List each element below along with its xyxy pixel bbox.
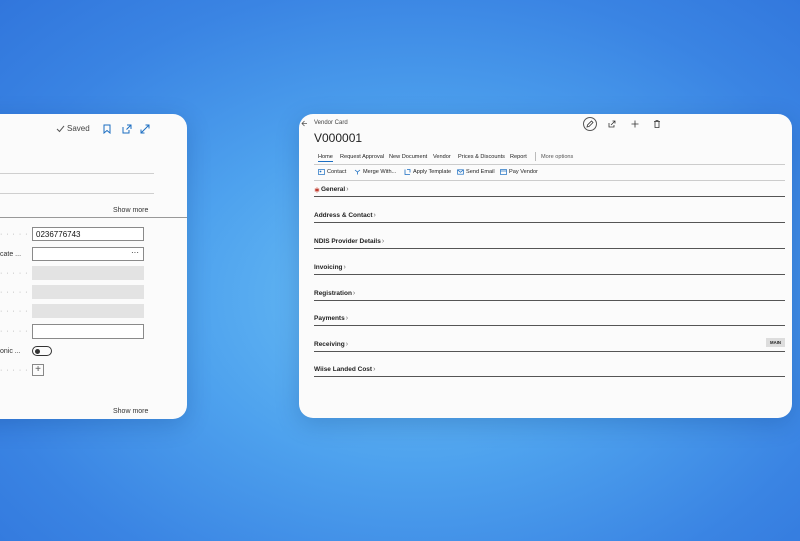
apply-template-label: Apply Template [413,169,452,175]
merge-icon [354,169,361,175]
new-record-icon[interactable] [628,117,642,131]
share-icon[interactable] [605,117,619,131]
phone-number-value: 0236776743 [36,230,81,239]
add-icon[interactable]: + [32,364,44,376]
field-label: cate ... [0,251,22,258]
email-icon [457,169,464,175]
apply-template-action[interactable]: Apply Template [404,169,451,175]
ellipsis-button[interactable]: ··· [131,248,139,257]
section-title: Payments [314,315,345,322]
send-email-action[interactable]: Send Email [457,169,495,175]
lookup-field[interactable]: ··· [32,247,144,261]
saved-label: Saved [67,124,90,133]
toggle-switch[interactable] [32,346,52,356]
chevron-right-icon: › [345,341,349,348]
section-title: NDIS Provider Details [314,238,381,245]
section-divider [314,274,785,275]
pay-vendor-action[interactable]: Pay Vendor [500,169,538,175]
section-title: Invoicing [314,264,343,271]
section-divider [314,196,785,197]
section-divider [314,300,785,301]
contact-action[interactable]: Contact [318,169,346,175]
chevron-right-icon: › [352,290,356,297]
contact-label: Contact [327,169,347,175]
send-email-label: Send Email [466,169,495,175]
toggle-knob [35,348,40,354]
expand-icon[interactable] [140,124,150,134]
fasttab-wiise-landed-cost[interactable]: Wiise Landed Cost › [314,366,785,377]
section-divider [314,351,785,352]
fasttab-registration[interactable]: Registration › [314,290,785,301]
delete-icon[interactable] [650,117,664,131]
divider [0,193,154,194]
field-label: onic ... [0,348,21,355]
chevron-right-icon: › [345,315,349,322]
section-title: Wiise Landed Cost [314,366,373,373]
edit-icon[interactable] [583,117,597,131]
show-more-link[interactable]: Show more [113,408,148,415]
merge-with-action[interactable]: Merge With... [354,169,396,175]
fasttab-invoicing[interactable]: Invoicing › [314,264,785,275]
bookmark-icon[interactable] [103,124,111,134]
fasttab-receiving[interactable]: Receiving › MAIN [314,338,785,352]
template-icon [404,169,411,175]
pay-vendor-label: Pay Vendor [509,169,538,175]
section-title: Address & Contact [314,212,373,219]
section-divider [314,325,785,326]
chevron-right-icon: › [343,264,346,271]
disabled-field [32,285,144,299]
tab-report[interactable]: Report [510,154,527,160]
fasttab-payments[interactable]: Payments › [314,315,785,326]
more-options-button[interactable]: More options [541,154,573,160]
section-badge: MAIN [766,338,785,347]
required-marker-icon [314,187,320,193]
disabled-field [32,266,144,280]
chevron-right-icon: › [346,186,349,193]
fasttab-ndis-provider-details[interactable]: NDIS Provider Details › [314,238,785,249]
left-card-panel: Saved Show more · · · · · · · 0236776743… [0,114,187,419]
section-title: Registration [314,290,352,297]
section-divider [314,222,785,223]
open-new-window-icon[interactable] [122,124,132,134]
divider [0,173,154,174]
payment-icon [500,169,507,175]
section-divider [314,248,785,249]
chevron-right-icon: › [373,212,376,219]
divider [314,164,785,165]
tab-separator [535,152,536,161]
divider [314,180,785,181]
section-title: General [321,186,346,193]
chevron-right-icon: › [381,238,385,245]
show-more-link[interactable]: Show more [113,207,148,214]
section-title: Receiving [314,341,345,348]
tab-new-document[interactable]: New Document [389,154,427,160]
tab-vendor[interactable]: Vendor [433,154,451,160]
tab-prices-discounts[interactable]: Prices & Discounts [458,154,505,160]
page-title: V000001 [314,131,363,145]
disabled-field [32,304,144,318]
save-status: Saved [56,124,90,133]
merge-with-label: Merge With... [363,169,397,175]
phone-number-input[interactable]: 0236776743 [32,227,144,241]
contact-icon [318,169,325,175]
section-divider [314,376,785,377]
checkmark-icon [56,125,65,133]
fasttab-general[interactable]: General › [314,186,785,197]
tab-request-approval[interactable]: Request Approval [340,154,384,160]
back-arrow-icon[interactable] [301,120,308,127]
tab-home[interactable]: Home [318,154,333,162]
chevron-right-icon: › [373,366,376,373]
vendor-card-panel: Vendor Card V000001 Home Request Approva… [299,114,792,418]
text-input[interactable] [32,324,144,339]
page-caption: Vendor Card [314,120,348,126]
divider [0,217,187,218]
fasttab-address-contact[interactable]: Address & Contact › [314,212,785,223]
